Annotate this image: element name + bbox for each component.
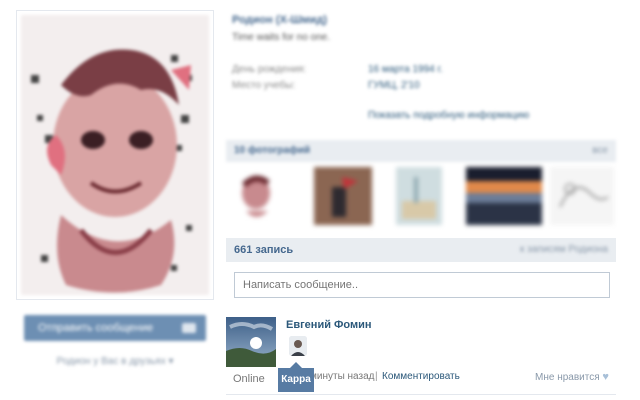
wall-post-count[interactable]: 661 запись: [234, 244, 293, 256]
send-message-button[interactable]: Отправить сообщение: [24, 315, 206, 341]
profile-name: Родион (Х-Шмид): [232, 14, 328, 26]
wall-header: 661 запись к записям Родиона: [226, 238, 616, 262]
photo-thumbnail[interactable]: [550, 167, 614, 225]
send-message-label: Отправить сообщение: [38, 322, 154, 334]
heart-icon: ♥: [602, 371, 609, 383]
photos-header[interactable]: 10 фотографий все: [226, 140, 616, 162]
profile-avatar-image[interactable]: [21, 15, 209, 295]
photo-thumbnail[interactable]: [396, 167, 442, 225]
user-tooltip: Карра: [278, 368, 314, 392]
post-author-avatar[interactable]: [226, 317, 276, 367]
profile-avatar-frame[interactable]: [16, 10, 214, 300]
like-button[interactable]: Мне нравится ♥: [535, 371, 609, 383]
post-divider: [226, 394, 616, 395]
info-label: Место учебы:: [232, 80, 296, 91]
like-label: Мне нравится: [535, 372, 600, 383]
photo-thumbnail[interactable]: [466, 167, 542, 225]
post-author-name[interactable]: Евгений Фомин: [286, 319, 372, 331]
info-value[interactable]: 16 марта 1994 г.: [368, 64, 443, 75]
attached-user-avatar[interactable]: [289, 336, 307, 356]
wall-filter-link[interactable]: к записям Родиона: [520, 244, 608, 255]
info-value[interactable]: ГУМЦ, 2'10: [368, 80, 420, 91]
post-timestamp[interactable]: минуты назад: [310, 371, 374, 382]
wall-post-input[interactable]: [234, 272, 610, 298]
photo-thumbnail[interactable]: [314, 167, 372, 225]
profile-status[interactable]: Time waits for no one.: [232, 32, 330, 43]
post-actions-separator: |: [375, 371, 378, 382]
photo-thumbnail[interactable]: [234, 167, 278, 225]
photos-all-link[interactable]: все: [592, 145, 608, 156]
info-label: День рождения:: [232, 64, 307, 75]
camera-icon: [182, 323, 196, 333]
show-full-info-link[interactable]: Показать подробную информацию: [368, 110, 529, 121]
comment-link[interactable]: Комментировать: [382, 371, 460, 382]
online-status: Online: [226, 368, 278, 390]
friends-status-link[interactable]: Родион у Вас в друзьях ▾: [24, 352, 206, 372]
photos-title[interactable]: 10 фотографий: [234, 145, 310, 156]
